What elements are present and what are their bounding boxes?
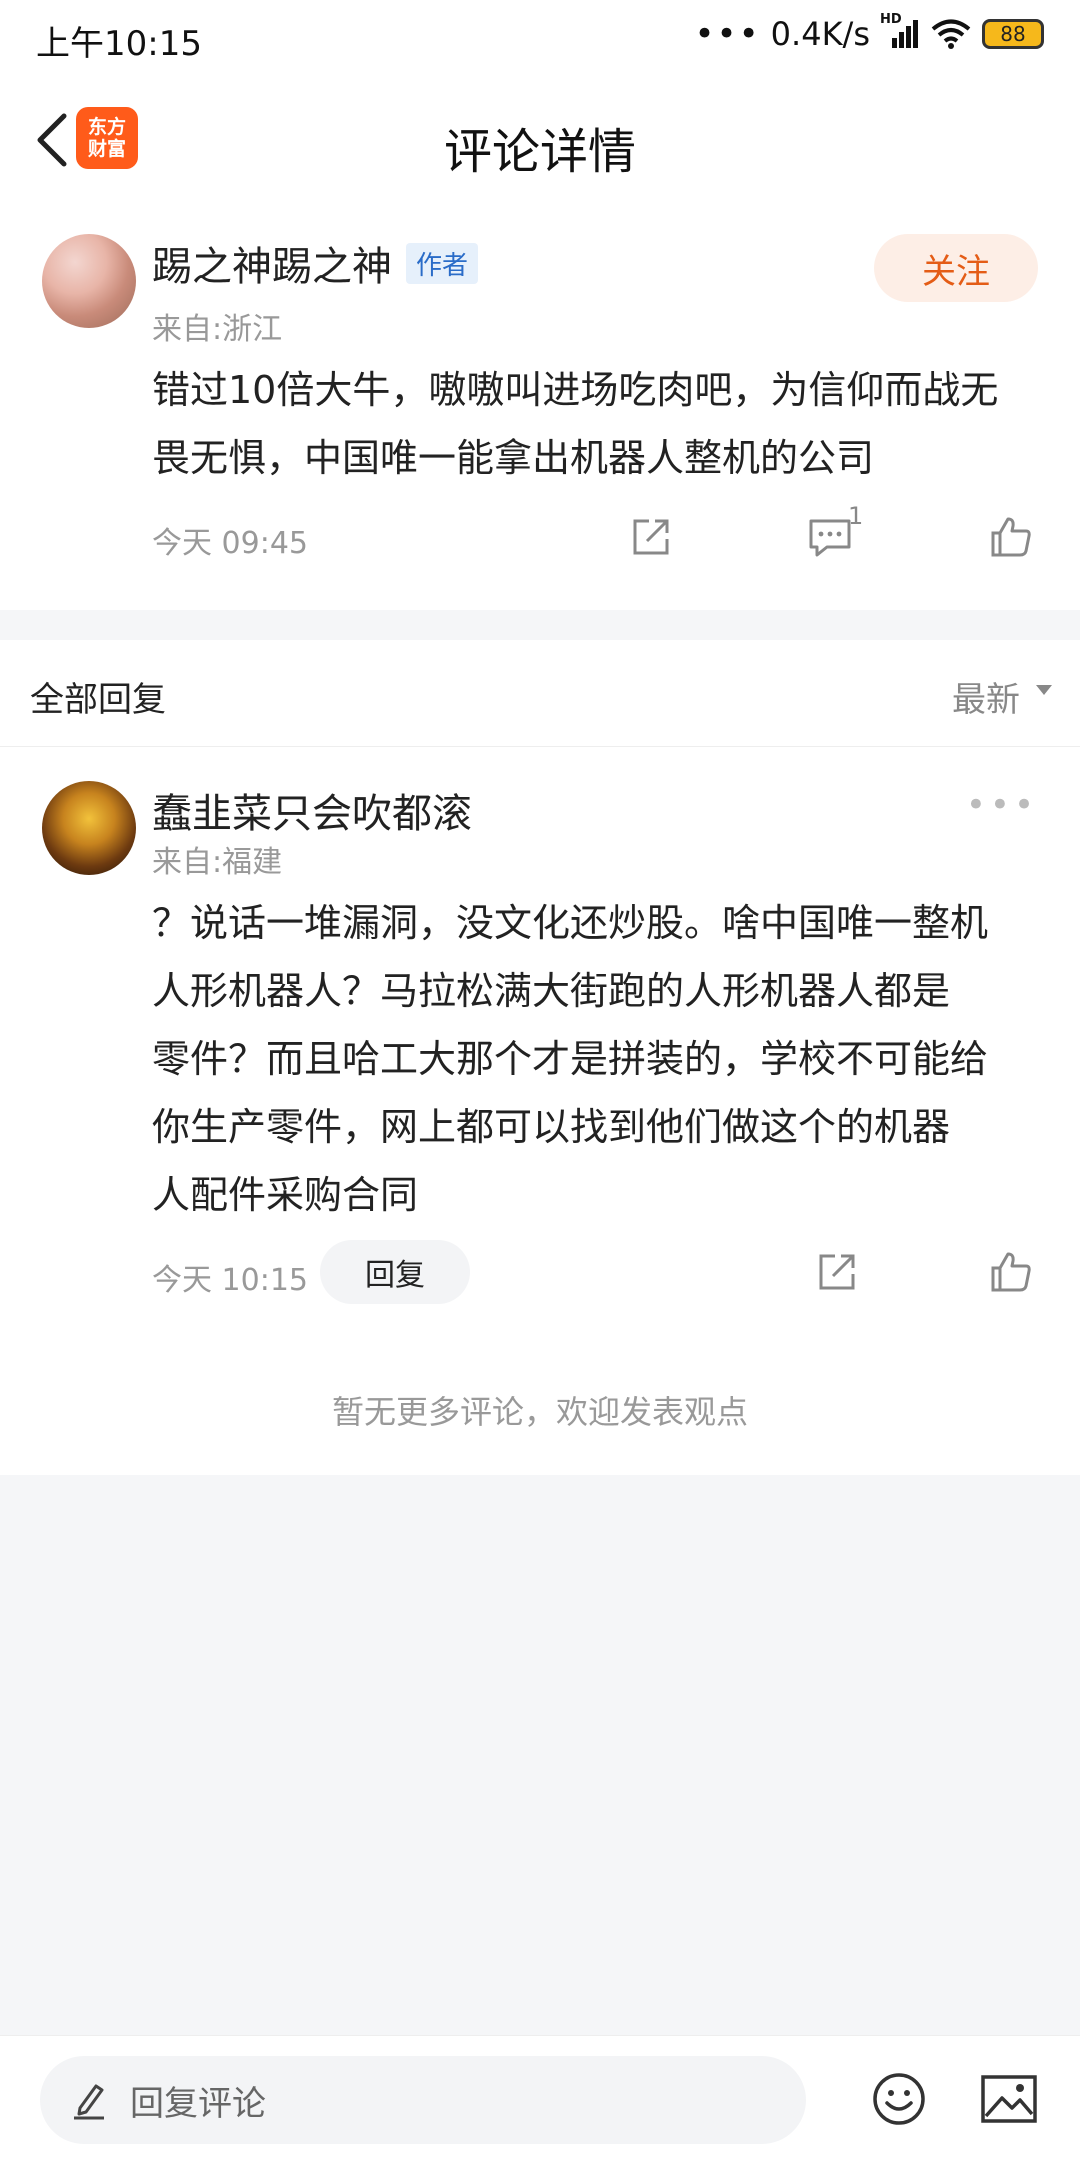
user-line: 踢之神踢之神 作者	[152, 234, 479, 292]
battery-indicator: 88	[982, 19, 1044, 49]
location: 来自:浙江	[152, 312, 283, 347]
bottom-bar: 回复评论	[0, 2035, 1080, 2161]
signal-icon: HD	[880, 12, 920, 50]
emoji-icon	[873, 2073, 925, 2125]
reply-content: ？说话一堆漏洞，没文化还炒股。啥中国唯一整机 人形机器人？马拉松满大街跑的人形机…	[152, 889, 1052, 1229]
more-options-icon[interactable]: •••	[966, 785, 1038, 825]
reply-input-placeholder: 回复评论	[130, 2083, 266, 2124]
location: 来自:福建	[152, 845, 283, 880]
avatar[interactable]	[42, 234, 136, 328]
emoji-button[interactable]	[868, 2068, 930, 2130]
triangle-down-icon[interactable]	[1036, 685, 1052, 695]
username[interactable]: 踢之神踢之神	[152, 234, 392, 292]
reply-card: 蠢韭菜只会吹都滚 ••• 来自:福建 ？说话一堆漏洞，没文化还炒股。啥中国唯一整…	[0, 747, 1080, 1475]
comment-button[interactable]: 1	[800, 502, 863, 562]
replies-title: 全部回复	[30, 680, 166, 720]
content-line: 你生产零件，网上都可以找到他们做这个的机器	[152, 1105, 951, 1149]
thumbs-up-icon	[991, 517, 1031, 557]
network-speed: 0.4K/s	[770, 15, 870, 53]
status-indicators: ••• 0.4K/s HD 88	[694, 12, 1044, 54]
content-line: ？说话一堆漏洞，没文化还炒股。啥中国唯一整机	[152, 901, 989, 945]
status-time: 上午10:15	[36, 24, 202, 64]
author-badge: 作者	[406, 242, 479, 284]
like-button[interactable]	[986, 512, 1036, 562]
comment-time: 今天 09:45	[152, 526, 308, 561]
share-button[interactable]	[626, 512, 676, 562]
share-icon	[633, 519, 669, 555]
title-bar: 东方 财富 评论详情	[0, 80, 1080, 201]
content-line: 人形机器人？马拉松满大街跑的人形机器人都是	[152, 969, 951, 1013]
content-line: 错过10倍大牛，嗷嗷叫进场吃肉吧，为信仰而战无	[152, 368, 999, 412]
pencil-icon	[74, 2084, 104, 2120]
comment-icon	[809, 519, 851, 557]
share-button[interactable]	[812, 1247, 862, 1297]
content-line: 人配件采购合同	[152, 1173, 419, 1217]
reply-time: 今天 10:15	[152, 1263, 308, 1298]
like-button[interactable]	[986, 1247, 1036, 1297]
status-bar: 上午10:15 ••• 0.4K/s HD 88	[0, 0, 1080, 80]
thumbs-up-icon	[991, 1252, 1031, 1292]
comment-count: 1	[848, 502, 864, 530]
content-line: 零件？而且哈工大那个才是拼装的，学校不可能给	[152, 1037, 989, 1081]
wifi-icon	[930, 18, 972, 50]
reply-input[interactable]: 回复评论	[40, 2056, 806, 2144]
end-note: 暂无更多评论，欢迎发表观点	[331, 1393, 748, 1431]
sort-dropdown[interactable]: 最新	[952, 672, 1020, 721]
follow-button[interactable]: 关注	[874, 234, 1038, 302]
image-icon	[981, 2075, 1037, 2123]
username[interactable]: 蠢韭菜只会吹都滚	[152, 781, 472, 839]
reply-button[interactable]: 回复	[320, 1240, 470, 1304]
content-line: 畏无惧，中国唯一能拿出机器人整机的公司	[152, 436, 875, 480]
page-title: 评论详情	[443, 124, 636, 180]
main-comment-card: 踢之神踢之神 作者 关注 来自:浙江 错过10倍大牛，嗷嗷叫进场吃肉吧，为信仰而…	[0, 200, 1080, 610]
comment-content: 错过10倍大牛，嗷嗷叫进场吃肉吧，为信仰而战无 畏无惧，中国唯一能拿出机器人整机…	[152, 356, 1052, 492]
notification-dots: •••	[694, 14, 761, 54]
replies-header: 全部回复 最新	[0, 640, 1080, 747]
image-button[interactable]	[978, 2068, 1040, 2130]
avatar[interactable]	[42, 781, 136, 875]
share-icon	[819, 1254, 855, 1290]
